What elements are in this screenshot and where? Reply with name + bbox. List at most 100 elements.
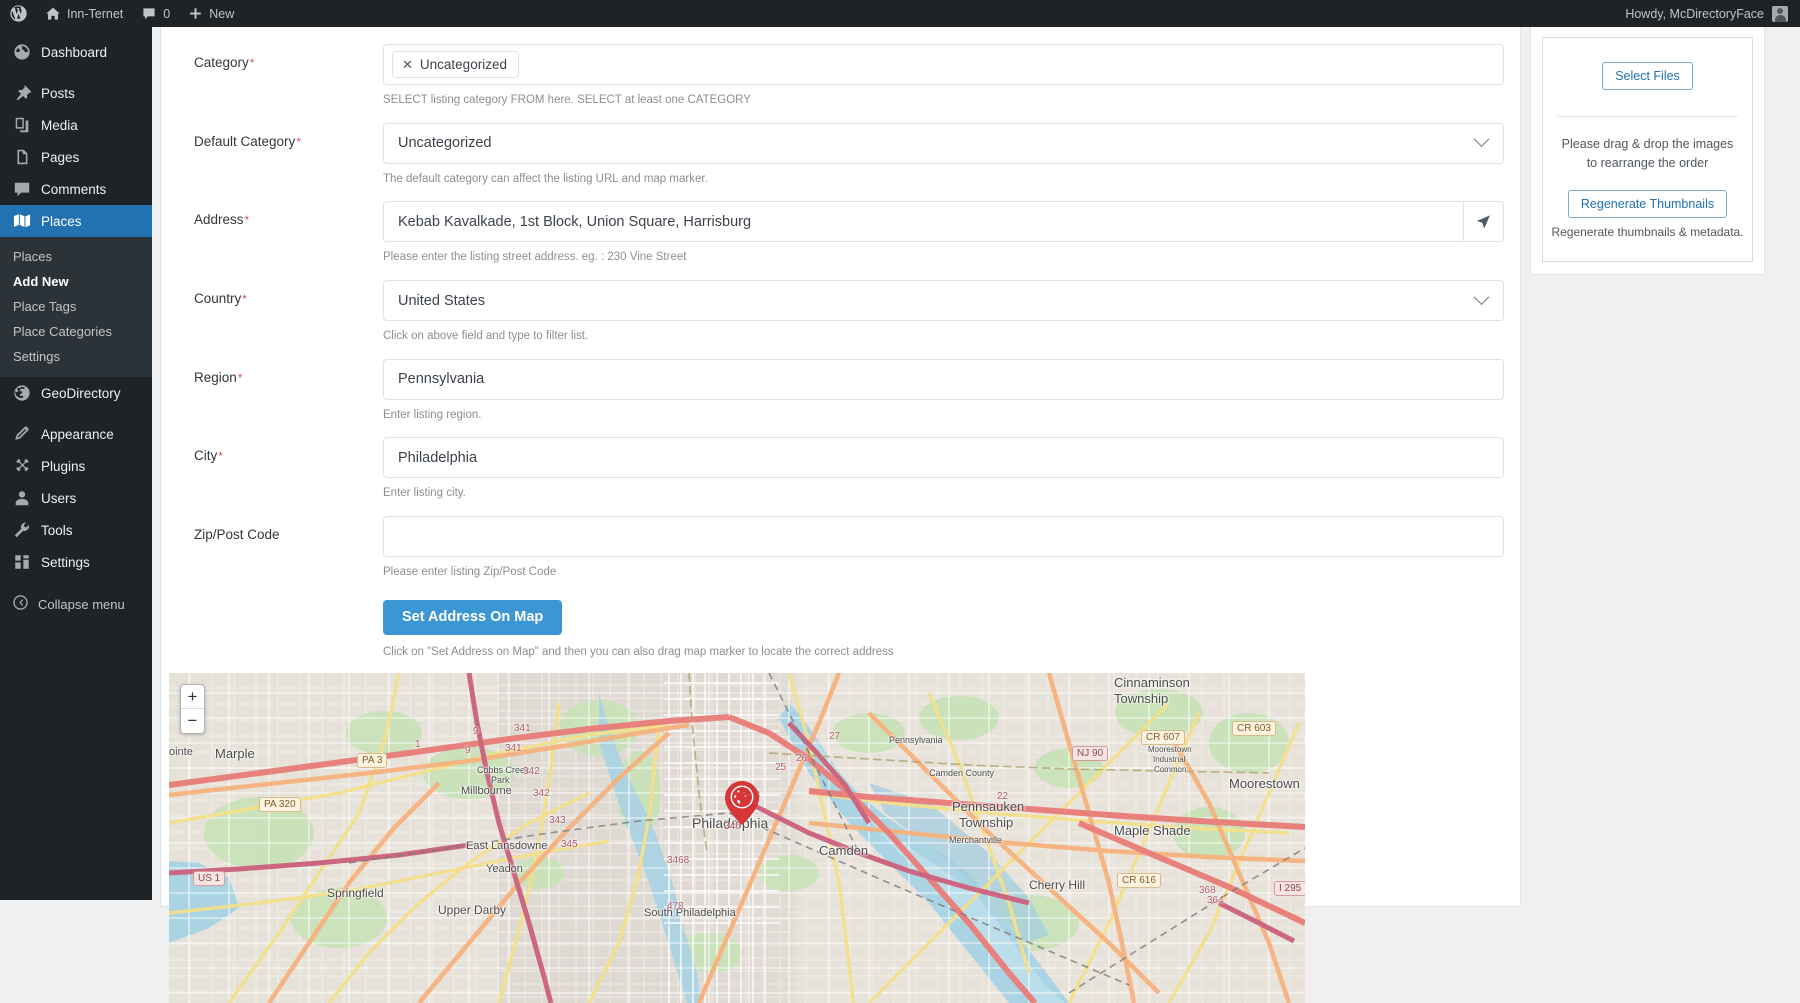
- comments-bubble[interactable]: 0: [132, 0, 179, 27]
- location-map[interactable]: + − MarpleointeCobbs CreekParkMillbourne…: [169, 673, 1305, 1003]
- sidebar-item-users[interactable]: Users: [0, 482, 152, 514]
- sidebar-item-appearance[interactable]: Appearance: [0, 418, 152, 450]
- dashboard-icon: [12, 42, 32, 62]
- map-zoom-out-button[interactable]: −: [181, 709, 204, 733]
- address-help: Please enter the listing street address.…: [383, 242, 686, 266]
- paper-plane-icon: [1475, 213, 1492, 230]
- map-road-shield: CR 616: [1117, 873, 1161, 888]
- region-input[interactable]: Pennsylvania: [383, 359, 1504, 400]
- map-marker[interactable]: [725, 781, 759, 825]
- tools-icon: [12, 520, 32, 540]
- chevron-down-icon[interactable]: [1474, 132, 1490, 148]
- region-help-row: Enter listing region.: [161, 400, 1520, 424]
- map-road-shield: I 295: [1274, 881, 1305, 896]
- map-zoom-control[interactable]: + −: [180, 684, 205, 734]
- home-icon: [45, 6, 61, 22]
- address-help-row: Please enter the listing street address.…: [161, 242, 1520, 266]
- map-exit-number: 9: [465, 745, 471, 756]
- site-name-label: Inn-Ternet: [67, 7, 123, 21]
- default-category-help: The default category can affect the list…: [383, 164, 708, 188]
- close-icon[interactable]: ✕: [402, 58, 413, 71]
- map-road-shield: CR 607: [1141, 730, 1185, 745]
- sidebar-label: Pages: [41, 150, 79, 165]
- set-address-on-map-button[interactable]: Set Address On Map: [383, 600, 562, 635]
- sidebar-item-tools[interactable]: Tools: [0, 514, 152, 546]
- sidebar-label: GeoDirectory: [41, 386, 121, 401]
- field-row-region: Region* Pennsylvania: [161, 359, 1520, 400]
- map-exit-number: 3468: [667, 855, 689, 866]
- map-exit-number: 1: [415, 739, 421, 750]
- field-row-default-category: Default Category* Uncategorized: [161, 123, 1520, 164]
- admin-bar: Inn-Ternet 0 New Howdy, McDirectoryFace: [0, 0, 1800, 27]
- city-help-row: Enter listing city.: [161, 478, 1520, 502]
- category-token[interactable]: ✕ Uncategorized: [392, 51, 519, 78]
- sidebar-item-comments[interactable]: Comments: [0, 173, 152, 205]
- comments-icon: [12, 179, 32, 199]
- sidebar-item-plugins[interactable]: Plugins: [0, 450, 152, 482]
- zip-help-row: Please enter listing Zip/Post Code: [161, 557, 1520, 581]
- required-marker: *: [242, 292, 247, 306]
- plugins-icon: [12, 456, 32, 476]
- sidebar-label: Plugins: [41, 459, 85, 474]
- default-category-select[interactable]: Uncategorized: [383, 123, 1504, 164]
- address-control: Kebab Kavalkade, 1st Block, Union Square…: [383, 201, 1520, 242]
- map-zoom-in-button[interactable]: +: [181, 685, 204, 709]
- required-marker: *: [296, 135, 301, 149]
- submenu-item-settings[interactable]: Settings: [0, 344, 152, 369]
- sidebar-item-posts[interactable]: Posts: [0, 77, 152, 109]
- map-road-shield: PA 320: [259, 797, 301, 812]
- locate-address-button[interactable]: [1463, 201, 1504, 242]
- required-marker: *: [250, 56, 255, 70]
- select-files-button[interactable]: Select Files: [1602, 62, 1693, 90]
- zip-control: [383, 516, 1520, 557]
- zip-input[interactable]: [383, 516, 1504, 557]
- submenu-item-place-categories[interactable]: Place Categories: [0, 319, 152, 344]
- country-select[interactable]: United States: [383, 280, 1504, 321]
- city-label: City*: [161, 437, 383, 466]
- field-row-set-address: Set Address On Map: [161, 600, 1520, 635]
- default-category-help-row: The default category can affect the list…: [161, 164, 1520, 188]
- sidebar-item-places[interactable]: Places: [0, 205, 152, 237]
- required-marker: *: [238, 371, 243, 385]
- zip-help: Please enter listing Zip/Post Code: [383, 557, 556, 581]
- wp-logo-menu[interactable]: [0, 0, 36, 27]
- submenu-item-place-tags[interactable]: Place Tags: [0, 294, 152, 319]
- category-token-input[interactable]: ✕ Uncategorized: [383, 44, 1504, 85]
- sidebar-label: Places: [41, 214, 82, 229]
- map-exit-number: 22: [997, 791, 1008, 802]
- map-exit-number: 341: [514, 723, 531, 734]
- set-address-help: Click on "Set Address on Map" and then y…: [383, 635, 894, 661]
- chevron-down-icon[interactable]: [1474, 289, 1490, 305]
- field-row-map: + − MarpleointeCobbs CreekParkMillbourne…: [161, 660, 1520, 1003]
- address-input[interactable]: Kebab Kavalkade, 1st Block, Union Square…: [383, 201, 1463, 242]
- plus-icon: [188, 6, 203, 21]
- howdy-label: Howdy, McDirectoryFace: [1625, 7, 1764, 21]
- settings-icon: [12, 552, 32, 572]
- map-exit-number: 342: [523, 766, 540, 777]
- new-content-menu[interactable]: New: [179, 0, 243, 27]
- map-exit-number: 364: [1207, 895, 1224, 906]
- country-help: Click on above field and type to filter …: [383, 321, 588, 345]
- regenerate-thumbnails-button[interactable]: Regenerate Thumbnails: [1568, 190, 1727, 218]
- account-menu[interactable]: Howdy, McDirectoryFace: [1625, 6, 1800, 22]
- collapse-menu-button[interactable]: Collapse menu: [0, 587, 152, 621]
- places-submenu: Places Add New Place Tags Place Categori…: [0, 237, 152, 377]
- menu-spacer-top: [0, 27, 152, 36]
- sidebar-item-settings[interactable]: Settings: [0, 546, 152, 578]
- menu-spacer-2: [0, 409, 152, 418]
- region-control: Pennsylvania: [383, 359, 1520, 400]
- map-exit-number: 9: [473, 726, 479, 737]
- sidebar-item-dashboard[interactable]: Dashboard: [0, 36, 152, 68]
- sidebar-label: Comments: [41, 182, 106, 197]
- default-category-value: Uncategorized: [398, 135, 492, 151]
- zip-label: Zip/Post Code: [161, 516, 383, 545]
- map-tiles: [169, 673, 1305, 1003]
- sidebar-item-geodirectory[interactable]: GeoDirectory: [0, 377, 152, 409]
- sidebar-item-media[interactable]: Media: [0, 109, 152, 141]
- site-name-menu[interactable]: Inn-Ternet: [36, 0, 132, 27]
- submenu-item-add-new[interactable]: Add New: [0, 269, 152, 294]
- submenu-item-places[interactable]: Places: [0, 244, 152, 269]
- city-input[interactable]: Philadelphia: [383, 437, 1504, 478]
- sidebar-item-pages[interactable]: Pages: [0, 141, 152, 173]
- country-value: United States: [398, 293, 485, 309]
